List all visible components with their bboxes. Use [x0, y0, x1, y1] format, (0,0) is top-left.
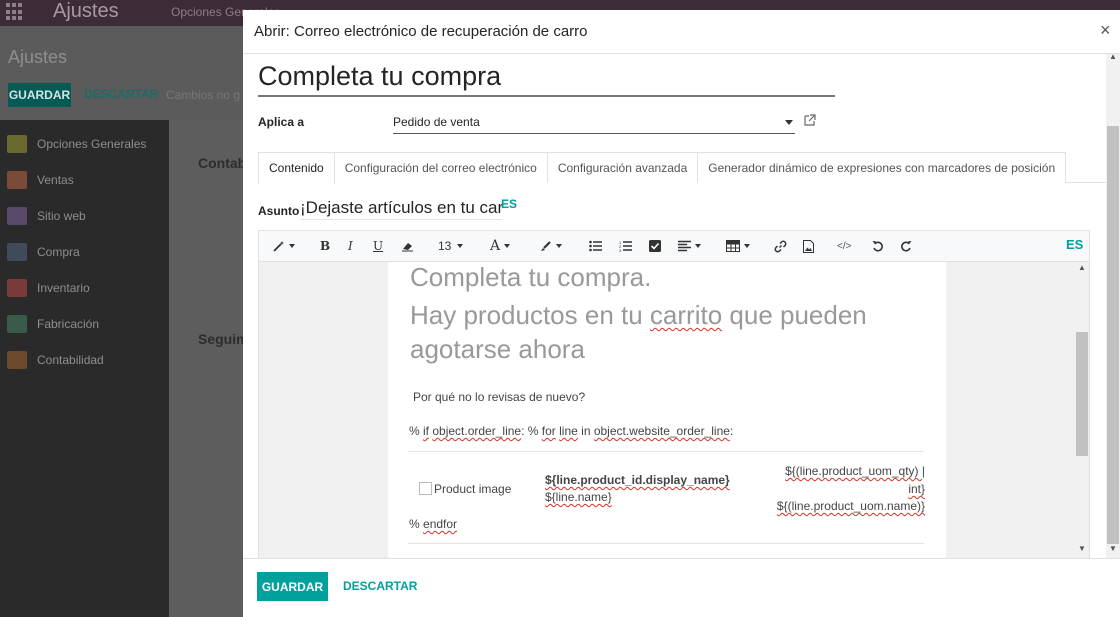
app-name: Ajustes: [53, 0, 119, 22]
dialog-footer: GUARDAR DESCARTAR: [243, 558, 1120, 617]
checklist-icon[interactable]: [649, 238, 661, 254]
bullet-list-icon[interactable]: [589, 238, 602, 254]
body-html-editor: B I U 13 A 123 </> ES Completa tu compra…: [258, 230, 1090, 558]
sidebar-item-sales[interactable]: Ventas: [7, 170, 74, 190]
scroll-down-icon: ▼: [1078, 544, 1086, 553]
eraser-icon[interactable]: [401, 238, 414, 254]
body-loop-expression: % if object.order_line: % for line in ob…: [409, 424, 734, 438]
scrollbar-thumb: [1076, 332, 1088, 456]
template-name-input[interactable]: Completa tu compra: [258, 59, 835, 97]
save-button[interactable]: GUARDAR: [257, 572, 328, 601]
broken-image-icon: [419, 482, 432, 495]
body-question-text: Por qué no lo revisas de nuevo?: [413, 390, 586, 404]
subject-translate-button[interactable]: ES: [501, 197, 517, 211]
numbered-list-icon[interactable]: 123: [619, 238, 632, 254]
font-size-dropdown[interactable]: 13: [438, 238, 464, 254]
scroll-up-icon: ▲: [1109, 54, 1117, 61]
background-discard-button[interactable]: DESCARTAR: [84, 87, 158, 101]
body-subheading: Hay productos en tu carrito que pueden a…: [410, 300, 867, 364]
sidebar-item-purchase[interactable]: Compra: [7, 242, 80, 262]
style-dropdown[interactable]: [273, 238, 295, 254]
tab-content[interactable]: Contenido: [258, 152, 335, 184]
tab-advanced-settings[interactable]: Configuración avanzada: [546, 152, 699, 183]
sidebar-item-manufacturing[interactable]: Fabricación: [7, 314, 99, 334]
breadcrumb: Ajustes: [8, 47, 68, 67]
link-icon[interactable]: [774, 238, 787, 254]
close-icon[interactable]: ×: [1100, 21, 1111, 39]
magic-wand-icon: [273, 241, 284, 252]
scroll-down-icon: ▼: [1109, 544, 1117, 553]
discard-button[interactable]: DESCARTAR: [343, 579, 417, 593]
dialog-scrollbar[interactable]: ▲ ▼: [1106, 54, 1120, 558]
divider: [408, 451, 924, 452]
endfor-expression: % endfor: [409, 517, 458, 531]
chevron-down-icon: [785, 120, 793, 125]
divider: [408, 543, 924, 544]
unsaved-changes-text: Cambios no g: [166, 88, 241, 102]
general-settings-icon: [7, 135, 27, 153]
editor-scrollbar[interactable]: ▲ ▼: [1075, 262, 1089, 558]
font-color-icon[interactable]: A: [490, 238, 511, 254]
tab-email-configuration[interactable]: Configuración del correo electrónico: [333, 152, 548, 183]
manufacturing-icon: [7, 315, 27, 333]
body-heading: Completa tu compra.: [410, 262, 652, 292]
quantity-expression-cont: int}: [908, 482, 925, 496]
svg-text:3: 3: [619, 248, 622, 252]
sidebar-item-accounting[interactable]: Contabilidad: [7, 350, 104, 370]
purchase-icon: [7, 243, 27, 261]
underline-icon[interactable]: U: [373, 238, 383, 254]
subject-label: Asunto: [258, 204, 300, 218]
inventory-icon: [7, 279, 27, 297]
dialog-header: Abrir: Correo electrónico de recuperació…: [243, 10, 1120, 54]
editor-toolbar: B I U 13 A 123 </> ES: [259, 231, 1089, 262]
email-body-preview[interactable]: Completa tu compra. Hay productos en tu …: [388, 262, 946, 558]
scrollbar-thumb: [1107, 126, 1119, 544]
settings-sidebar: Opciones Generales Ventas Sitio web Comp…: [0, 120, 169, 617]
sidebar-item-general[interactable]: Opciones Generales: [7, 134, 146, 154]
background-save-button[interactable]: GUARDAR: [8, 83, 71, 107]
scroll-up-icon: ▲: [1078, 263, 1086, 272]
dialog-title: Abrir: Correo electrónico de recuperació…: [254, 23, 588, 40]
uom-expression: ${(line.product_uom.name)}: [776, 499, 925, 513]
quantity-expression: ${(line.product_uom_qty) |: [785, 464, 925, 478]
apps-menu-icon[interactable]: [6, 3, 24, 21]
email-template-dialog: Abrir: Correo electrónico de recuperació…: [243, 10, 1120, 617]
editor-content-area[interactable]: Completa tu compra. Hay productos en tu …: [259, 262, 1089, 558]
italic-icon[interactable]: I: [348, 238, 353, 254]
sidebar-item-website[interactable]: Sitio web: [7, 206, 86, 226]
paragraph-align-dropdown[interactable]: [678, 238, 701, 254]
undo-icon[interactable]: [872, 238, 884, 254]
line-name-expression: ${line.name}: [545, 490, 612, 504]
sales-icon: [7, 171, 27, 189]
code-view-icon[interactable]: </>: [837, 238, 851, 254]
table-dropdown[interactable]: [726, 238, 750, 254]
image-icon[interactable]: [803, 238, 814, 254]
form-tabs: Contenido Configuración del correo elect…: [258, 152, 1106, 184]
website-icon: [7, 207, 27, 225]
subject-input[interactable]: ¡Dejaste artículos en tu carrito!: [300, 198, 502, 220]
section-tracking-heading: Seguim: [198, 331, 249, 347]
dialog-body: Completa tu compra Aplica a Pedido de ve…: [243, 54, 1120, 558]
sidebar-item-inventory[interactable]: Inventario: [7, 278, 90, 298]
redo-icon[interactable]: [900, 238, 912, 254]
applies-to-label: Aplica a: [258, 115, 305, 129]
product-name-expression: ${line.product_id.display_name}: [545, 473, 730, 487]
accounting-icon: [7, 351, 27, 369]
applies-to-select[interactable]: Pedido de venta: [393, 112, 795, 134]
body-translate-button[interactable]: ES: [1066, 237, 1083, 252]
bold-icon[interactable]: B: [320, 238, 330, 254]
product-image-placeholder: Product image: [419, 482, 511, 496]
tab-placeholder-generator[interactable]: Generador dinámico de expresiones con ma…: [697, 152, 1067, 183]
background-color-icon[interactable]: [539, 238, 562, 254]
external-link-icon[interactable]: [803, 113, 817, 127]
